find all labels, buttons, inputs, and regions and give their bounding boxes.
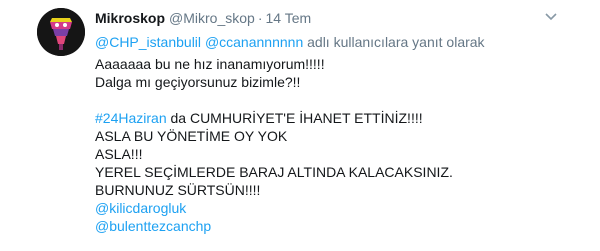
- replying-to: @CHP_istanbulil @ccanannnnnn adlı kullan…: [95, 33, 485, 51]
- tweet-header: Mikroskop @Mikro_skop · 14 Tem: [95, 9, 311, 27]
- tweet-line: ASLA BU YÖNETİME OY YOK: [95, 128, 288, 144]
- tweet-text: Aaaaaaa bu ne hız inanamıyorum!!!!! Dalg…: [95, 55, 453, 235]
- chevron-down-icon: [545, 13, 557, 21]
- tweet-timestamp[interactable]: 14 Tem: [265, 10, 311, 26]
- tweet-line-text: da CUMHURİYET'E İHANET ETTİNİZ!!!!: [166, 110, 423, 126]
- tweet-line: #24Haziran da CUMHURİYET'E İHANET ETTİNİ…: [95, 109, 453, 127]
- mention-link-kilicdarogluk: @kilicdarogluk: [95, 199, 453, 217]
- tweet-card[interactable]: Mikroskop @Mikro_skop · 14 Tem @CHP_istanbu…: [0, 0, 600, 251]
- mention-link[interactable]: @kilicdarogluk: [95, 200, 186, 216]
- hashtag-link[interactable]: #24Haziran: [95, 110, 167, 126]
- tweet-line: Aaaaaaa bu ne hız inanamıyorum!!!!!: [95, 56, 325, 72]
- tweet-line: Dalga mı geçiyorsunuz bizimle?!!: [95, 74, 301, 90]
- tweet-line: BURNUNUZ SÜRTSÜN!!!!: [95, 182, 261, 198]
- reply-mention-chp-istanbulil[interactable]: @CHP_istanbulil: [95, 34, 201, 50]
- reply-suffix: adlı kullanıcılara yanıt olarak: [307, 34, 485, 50]
- mention-link-bulenttezcanchp: @bulenttezcanchp: [95, 217, 453, 235]
- avatar-image: [37, 8, 85, 56]
- more-options-button[interactable]: [544, 12, 558, 22]
- author-name[interactable]: Mikroskop: [95, 10, 165, 26]
- tweet-line: YEREL SEÇİMLERDE BARAJ ALTINDA KALACAKSI…: [95, 164, 453, 180]
- reply-mention-ccanannnnnn[interactable]: @ccanannnnnn: [205, 34, 303, 50]
- header-separator: ·: [257, 10, 263, 26]
- mention-link[interactable]: @bulenttezcanchp: [95, 218, 211, 234]
- tweet-line: ASLA!!!: [95, 146, 143, 162]
- author-handle[interactable]: @Mikro_skop: [169, 10, 255, 26]
- avatar[interactable]: [37, 8, 85, 56]
